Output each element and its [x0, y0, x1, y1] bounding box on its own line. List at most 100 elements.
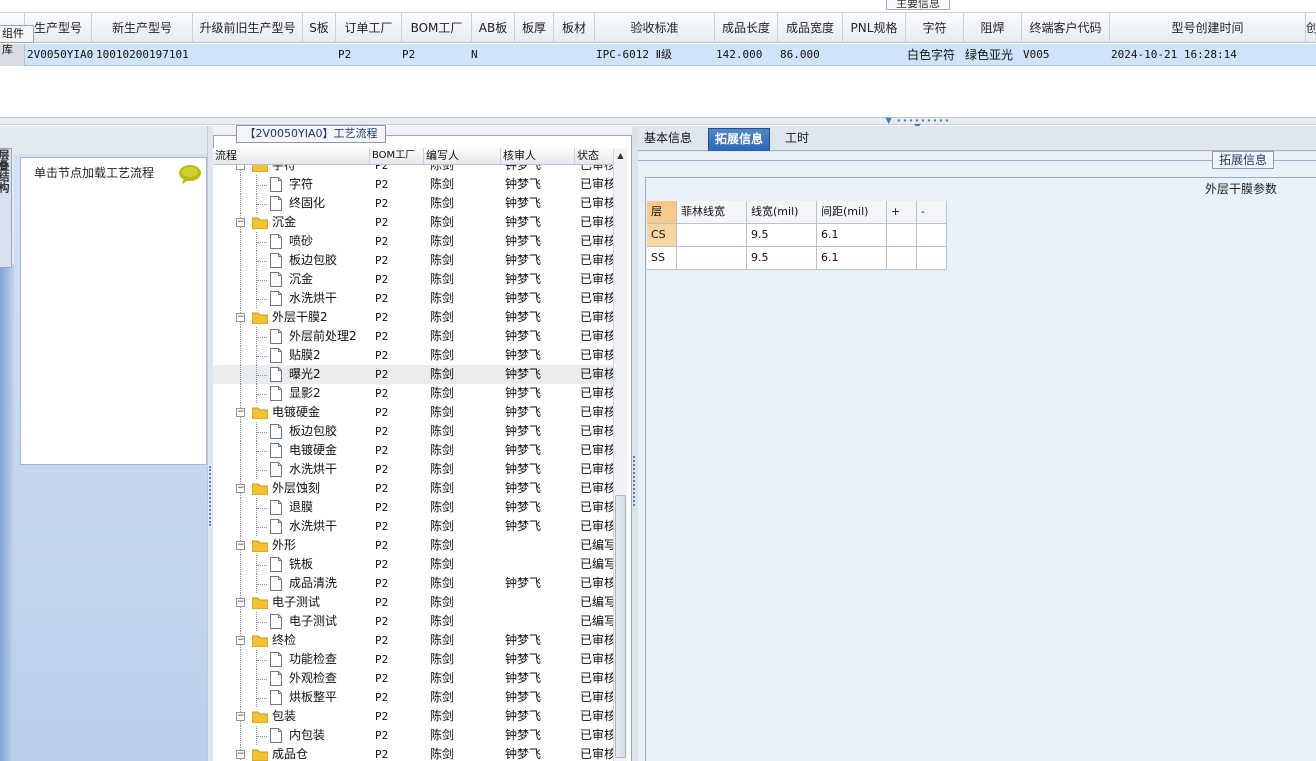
tree-node-label[interactable]: 水洗烘干: [289, 289, 371, 308]
col-bom-factory[interactable]: BOM工厂: [402, 13, 472, 43]
col-ab-board[interactable]: AB板: [472, 13, 515, 43]
tree-row[interactable]: − 成品仓 P2 陈剑 钟梦飞 已审核: [213, 745, 613, 761]
tree-node-label[interactable]: 铣板: [289, 555, 371, 574]
splitter-grip-icon[interactable]: [633, 456, 635, 506]
params-cell-spacing[interactable]: 6.1: [817, 247, 887, 270]
tree-row[interactable]: 成品清洗 P2 陈剑 钟梦飞 已审核: [213, 574, 613, 593]
component-library-tab[interactable]: 组件库: [0, 25, 34, 56]
tree-row[interactable]: 板边包胶 P2 陈剑 钟梦飞 已审核: [213, 251, 613, 270]
col-width[interactable]: 成品宽度: [778, 13, 843, 43]
tree-row[interactable]: − 包装 P2 陈剑 钟梦飞 已审核: [213, 707, 613, 726]
params-cell-layer[interactable]: CS: [647, 224, 677, 247]
tree-row[interactable]: − 外层蚀刻 P2 陈剑 钟梦飞 已审核: [213, 479, 613, 498]
tree-node-label[interactable]: 喷砂: [289, 232, 371, 251]
collapse-icon[interactable]: −: [236, 541, 245, 550]
collapse-icon[interactable]: −: [236, 408, 245, 417]
params-col-add[interactable]: +: [887, 201, 917, 224]
params-cell-remove[interactable]: [917, 247, 947, 270]
col-character[interactable]: 字符: [906, 13, 964, 43]
tree-node-label[interactable]: 电子测试: [289, 612, 371, 631]
tree-row[interactable]: 铣板 P2 陈剑 已编写: [213, 555, 613, 574]
collapse-icon[interactable]: −: [236, 636, 245, 645]
tree-node-label[interactable]: 功能检查: [289, 650, 371, 669]
params-cell-add[interactable]: [887, 247, 917, 270]
col-old-model[interactable]: 升级前旧生产型号: [193, 13, 303, 43]
tree-row[interactable]: 沉金 P2 陈剑 钟梦飞 已审核: [213, 270, 613, 289]
tree-node-label[interactable]: 终检: [272, 631, 368, 650]
col-solder-mask[interactable]: 阻焊: [964, 13, 1022, 43]
tree-row[interactable]: 功能检查 P2 陈剑 钟梦飞 已审核: [213, 650, 613, 669]
tree-node-label[interactable]: 退膜: [289, 498, 371, 517]
tree-node-label[interactable]: 字符: [272, 165, 368, 175]
tree-node-label[interactable]: 电镀硬金: [289, 441, 371, 460]
tab-work-hours[interactable]: 工时: [779, 128, 815, 151]
tree-node-label[interactable]: 成品清洗: [289, 574, 371, 593]
tab-basic-info[interactable]: 基本信息: [638, 128, 698, 151]
tree-node-label[interactable]: 沉金: [289, 270, 371, 289]
splitter-grip-icon[interactable]: [209, 466, 211, 526]
col-standard[interactable]: 验收标准: [595, 13, 715, 43]
process-tree-scrollbar[interactable]: ▲: [613, 149, 627, 761]
tree-node-label[interactable]: 终固化: [289, 194, 371, 213]
params-col-remove[interactable]: -: [917, 201, 947, 224]
tree-row[interactable]: 退膜 P2 陈剑 钟梦飞 已审核: [213, 498, 613, 517]
tree-node-label[interactable]: 贴膜2: [289, 346, 371, 365]
col-creator[interactable]: 创: [1306, 13, 1316, 43]
tree-node-label[interactable]: 水洗烘干: [289, 460, 371, 479]
col-reviewer[interactable]: 核审人: [501, 148, 575, 164]
params-cell-line-width[interactable]: 9.5: [747, 247, 817, 270]
tree-row[interactable]: − 外形 P2 陈剑 已编写: [213, 536, 613, 555]
params-cell-spacing[interactable]: 6.1: [817, 224, 887, 247]
col-thickness[interactable]: 板厚: [515, 13, 554, 43]
tree-node-label[interactable]: 外形: [272, 536, 368, 555]
splitter-grip-icon[interactable]: ▼ ∙∙∙∙∙∙∙∙∙ ▼: [885, 117, 951, 131]
tree-row[interactable]: − 电镀硬金 P2 陈剑 钟梦飞 已审核: [213, 403, 613, 422]
col-created[interactable]: 型号创建时间: [1110, 13, 1306, 43]
scroll-up-icon[interactable]: ▲: [614, 149, 627, 163]
tree-row[interactable]: 曝光2 P2 陈剑 钟梦飞 已审核: [213, 365, 613, 384]
col-model[interactable]: 生产型号: [25, 13, 92, 43]
tree-node-label[interactable]: 烘板整平: [289, 688, 371, 707]
tree-node-label[interactable]: 沉金: [272, 213, 368, 232]
tree-node-label[interactable]: 成品仓: [272, 745, 368, 761]
table-row[interactable]: 2V0050YIA0 10010200197101 P2 P2 N IPC-60…: [0, 44, 1316, 66]
collapse-icon[interactable]: −: [236, 598, 245, 607]
tree-row[interactable]: 外观检查 P2 陈剑 钟梦飞 已审核: [213, 669, 613, 688]
tree-row[interactable]: − 终检 P2 陈剑 钟梦飞 已审核: [213, 631, 613, 650]
params-cell-remove[interactable]: [917, 224, 947, 247]
stackup-structure-tab[interactable]: 层叠结构: [0, 148, 12, 268]
tree-node-label[interactable]: 板边包胶: [289, 422, 371, 441]
collapse-icon[interactable]: −: [236, 165, 245, 170]
col-new-model[interactable]: 新生产型号: [92, 13, 193, 43]
scroll-thumb[interactable]: [615, 495, 626, 758]
tree-row[interactable]: − 电子测试 P2 陈剑 已编写: [213, 593, 613, 612]
tree-row[interactable]: 电子测试 P2 陈剑 已编写: [213, 612, 613, 631]
col-order-factory[interactable]: 订单工厂: [336, 13, 402, 43]
tree-row[interactable]: 显影2 P2 陈剑 钟梦飞 已审核: [213, 384, 613, 403]
tree-row[interactable]: − 外层干膜2 P2 陈剑 钟梦飞 已审核: [213, 308, 613, 327]
col-pnl[interactable]: PNL规格: [843, 13, 906, 43]
tree-row[interactable]: 喷砂 P2 陈剑 钟梦飞 已审核: [213, 232, 613, 251]
collapse-icon[interactable]: −: [236, 484, 245, 493]
tree-row[interactable]: 贴膜2 P2 陈剑 钟梦飞 已审核: [213, 346, 613, 365]
tree-row[interactable]: 终固化 P2 陈剑 钟梦飞 已审核: [213, 194, 613, 213]
params-cell-film-width[interactable]: [677, 247, 747, 270]
tree-node-label[interactable]: 字符: [289, 175, 371, 194]
tree-row[interactable]: 电镀硬金 P2 陈剑 钟梦飞 已审核: [213, 441, 613, 460]
tree-node-label[interactable]: 外观检查: [289, 669, 371, 688]
tree-node-label[interactable]: 电子测试: [272, 593, 368, 612]
col-flow[interactable]: 流程: [213, 148, 370, 164]
tree-row[interactable]: 内包装 P2 陈剑 钟梦飞 已审核: [213, 726, 613, 745]
tree-node-label[interactable]: 板边包胶: [289, 251, 371, 270]
tree-row[interactable]: 水洗烘干 P2 陈剑 钟梦飞 已审核: [213, 289, 613, 308]
tree-node-label[interactable]: 显影2: [289, 384, 371, 403]
tree-row[interactable]: 板边包胶 P2 陈剑 钟梦飞 已审核: [213, 422, 613, 441]
tree-row[interactable]: 外层前处理2 P2 陈剑 钟梦飞 已审核: [213, 327, 613, 346]
horizontal-splitter[interactable]: ▼ ∙∙∙∙∙∙∙∙∙ ▼: [0, 117, 1316, 131]
tree-row[interactable]: 字符 P2 陈剑 钟梦飞 已审核: [213, 175, 613, 194]
collapse-icon[interactable]: −: [236, 218, 245, 227]
collapse-icon[interactable]: −: [236, 750, 245, 759]
tree-node-label[interactable]: 水洗烘干: [289, 517, 371, 536]
params-cell-add[interactable]: [887, 224, 917, 247]
col-length[interactable]: 成品长度: [715, 13, 778, 43]
